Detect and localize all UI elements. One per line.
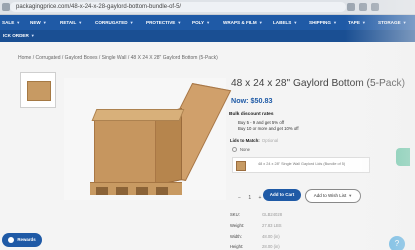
spec-row-height: Height: 28.00 (in) — [230, 244, 280, 249]
chevron-down-icon: ▼ — [16, 20, 21, 25]
chevron-down-icon: ▼ — [348, 193, 353, 198]
nav-item-tape[interactable]: TAPE ▼ — [348, 15, 366, 30]
chevron-down-icon: ▼ — [30, 33, 35, 38]
spec-row-width: Width: 48.00 (in) — [230, 234, 280, 239]
chevron-down-icon: ▼ — [206, 20, 211, 25]
box-top-image — [91, 109, 185, 121]
nav-item-protective[interactable]: PROTECTIVE ▼ — [146, 15, 181, 30]
lids-to-match-label: Lids to Match: Optional — [230, 138, 279, 143]
none-option[interactable]: None — [232, 147, 250, 153]
spec-row-weight: Weight: 27.83 LBS — [230, 223, 282, 228]
help-button[interactable]: ? — [389, 236, 405, 250]
rewards-button[interactable]: Rewards — [2, 233, 42, 247]
thumbnail-box-image — [27, 81, 51, 101]
pallet-slat — [156, 187, 168, 195]
chevron-down-icon: ▼ — [332, 20, 337, 25]
chevron-down-icon: ▼ — [293, 20, 298, 25]
lid-bundle-option[interactable]: 48 x 24 x 28" Single Wall Gaylord Lids (… — [232, 157, 370, 173]
add-to-cart-button[interactable]: Add to Cart — [263, 189, 301, 201]
quantity-stepper[interactable]: − 1 + — [238, 195, 261, 201]
rewards-icon — [8, 236, 15, 243]
chevron-down-icon: ▼ — [129, 20, 134, 25]
back-icon[interactable] — [2, 3, 10, 11]
minus-icon[interactable]: − — [238, 195, 241, 201]
pallet-slat — [136, 187, 148, 195]
screen-root: packagingprice.com/48-x-24-x-28-gaylord-… — [0, 0, 415, 250]
plus-icon[interactable]: + — [258, 195, 261, 201]
bundle-thumbnail — [236, 161, 246, 171]
profile-icon[interactable] — [359, 3, 367, 11]
pallet-image — [90, 182, 182, 195]
product-title: 48 x 24 x 28" Gaylord Bottom (5-Pack) — [231, 78, 406, 89]
spec-row-sku: SKU: GLB24028 — [230, 212, 283, 217]
discount-title: Bulk discount rates — [229, 112, 274, 117]
nav-item-labels[interactable]: LABELS ▼ — [273, 15, 297, 30]
nav-item-wraps-film[interactable]: WRAPS & FILM ▼ — [223, 15, 263, 30]
address-bar[interactable]: packagingprice.com/48-x-24-x-28-gaylord-… — [10, 2, 346, 12]
discount-line: Buy 10 or more and get 10% off — [238, 126, 299, 131]
pallet-slat — [96, 187, 108, 195]
radio-icon[interactable] — [232, 147, 237, 153]
side-feedback-tab[interactable] — [396, 148, 410, 166]
discount-line: Buy 5 - 9 and get 5% off — [238, 120, 285, 125]
nav-item-corrugated[interactable]: CORRUGATED ▼ — [95, 15, 134, 30]
sub-nav: ICK ORDER ▼ — [0, 30, 415, 42]
product-thumbnail[interactable] — [20, 72, 56, 108]
product-image — [64, 78, 232, 200]
menu-icon[interactable] — [371, 3, 379, 11]
nav-item-poly[interactable]: POLY ▼ — [192, 15, 210, 30]
nav-item-sale[interactable]: SALE ▼ — [2, 15, 20, 30]
quick-order-link[interactable]: ICK ORDER ▼ — [3, 30, 35, 42]
chevron-down-icon: ▼ — [258, 20, 263, 25]
nav-item-retail[interactable]: RETAIL ▼ — [60, 15, 82, 30]
box-front-image — [94, 118, 156, 184]
chevron-down-icon: ▼ — [177, 20, 182, 25]
bundle-option-label: 48 x 24 x 28" Single Wall Gaylord Lids (… — [258, 162, 346, 166]
chevron-down-icon: ▼ — [78, 20, 83, 25]
chevron-down-icon: ▼ — [402, 20, 407, 25]
pallet-slat — [116, 187, 128, 195]
main-nav: SALE ▼ NEW ▼ RETAIL ▼ CORRUGATED ▼ PROTECTIV… — [0, 15, 415, 30]
nav-item-shipping[interactable]: SHIPPING ▼ — [309, 15, 337, 30]
extension-icon[interactable] — [347, 3, 355, 11]
chevron-down-icon: ▼ — [42, 20, 47, 25]
browser-bar: packagingprice.com/48-x-24-x-28-gaylord-… — [0, 0, 415, 15]
product-price: Now: $50.83 — [231, 96, 273, 105]
breadcrumb[interactable]: Home / Corrugated / Gaylord Boxes / Sing… — [18, 55, 218, 61]
add-to-wishlist-button[interactable]: Add to Wish List ▼ — [305, 189, 361, 203]
chevron-down-icon: ▼ — [361, 20, 366, 25]
nav-item-storage[interactable]: STORAGE ▼ — [378, 15, 407, 30]
nav-item-new[interactable]: NEW ▼ — [30, 15, 47, 30]
